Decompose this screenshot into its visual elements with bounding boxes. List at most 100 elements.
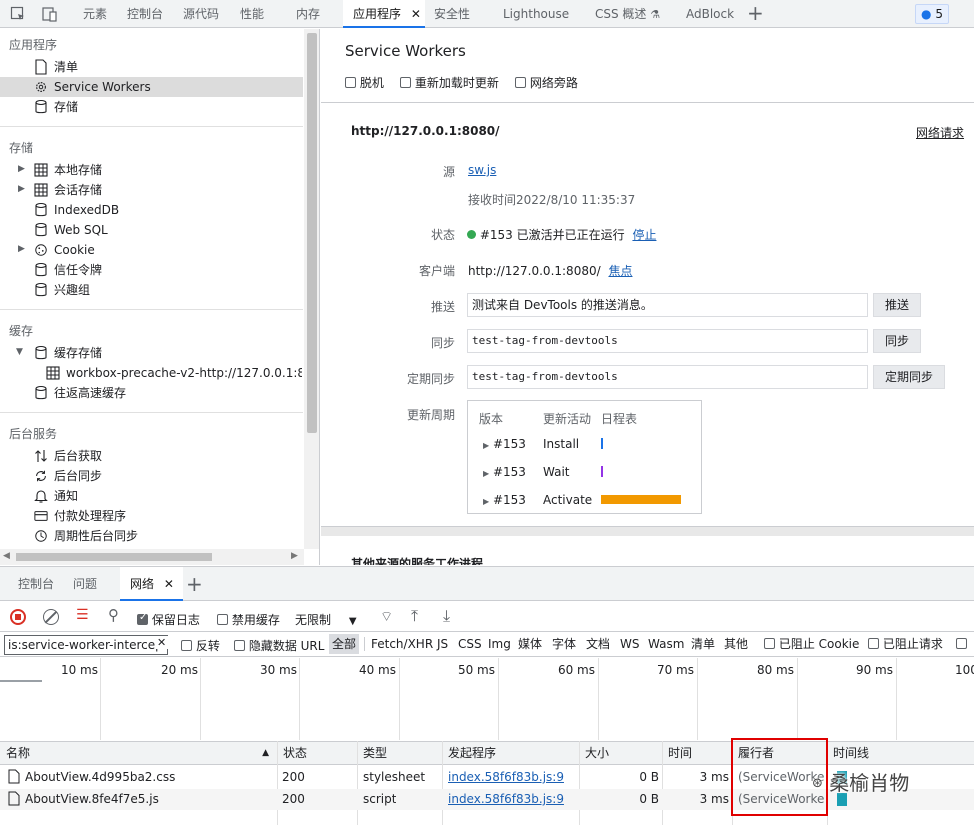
checkbox-icon[interactable]: [234, 640, 245, 651]
drawer-tab-network[interactable]: 网络 ✕: [120, 567, 183, 601]
cell-initiator-link[interactable]: index.58f6f83b.js:9: [448, 789, 564, 809]
throttling-select[interactable]: 无限制 ▼: [295, 611, 357, 628]
col-header-waterfall[interactable]: 时间线: [827, 743, 869, 763]
close-icon[interactable]: ✕: [164, 577, 174, 591]
tab-elements[interactable]: 元素: [83, 0, 107, 28]
type-filter-wasm[interactable]: Wasm: [648, 634, 684, 654]
type-filter-all[interactable]: 全部: [329, 634, 360, 654]
issues-badge[interactable]: ● 5: [915, 4, 949, 24]
update-row[interactable]: ▶ #153: [483, 465, 526, 479]
tab-memory[interactable]: 内存: [296, 0, 320, 28]
checkbox-icon[interactable]: [764, 638, 775, 649]
tab-performance[interactable]: 性能: [240, 0, 264, 28]
type-filter-js[interactable]: JS: [437, 634, 448, 654]
tab-sources[interactable]: 源代码: [183, 0, 219, 28]
import-har-icon[interactable]: ⤒: [411, 606, 418, 626]
sidebar-item-workbox-cache[interactable]: workbox-precache-v2-http://127.0.0.1:808…: [46, 363, 302, 383]
checkbox-icon[interactable]: [137, 612, 148, 625]
network-toolbar: ☰ ⚲ 保留日志 禁用缓存 无限制 ▼ ⌔ ⤒ ⤓: [0, 602, 974, 632]
more-tabs-plus-icon[interactable]: +: [747, 0, 764, 28]
stop-link[interactable]: 停止: [632, 228, 656, 242]
invert-checkbox[interactable]: 反转: [181, 637, 220, 654]
type-filter-ws[interactable]: WS: [620, 634, 639, 654]
update-row[interactable]: ▶ #153: [483, 437, 526, 451]
checkbox-icon[interactable]: [345, 77, 356, 88]
tab-console[interactable]: 控制台: [127, 0, 163, 28]
collapse-arrow-icon[interactable]: ▼: [16, 347, 23, 357]
sidebar-vertical-scrollbar[interactable]: [304, 29, 319, 549]
scroll-right-icon[interactable]: ▶: [291, 551, 298, 561]
sync-tag-input[interactable]: test-tag-from-devtools: [467, 329, 868, 353]
checkbox-icon[interactable]: [868, 638, 879, 649]
disable-cache-checkbox[interactable]: 禁用缓存: [217, 611, 280, 628]
periodic-sync-button[interactable]: 定期同步: [873, 365, 945, 389]
device-toolbar-icon[interactable]: [42, 0, 60, 28]
blocked-cookies-checkbox[interactable]: 已阻止 Cookie: [764, 634, 859, 654]
type-filter-css[interactable]: CSS: [458, 634, 482, 654]
expand-arrow-icon[interactable]: ▶: [18, 244, 25, 254]
type-filter-img[interactable]: Img: [488, 634, 511, 654]
type-filter-manifest[interactable]: 清单: [691, 634, 715, 654]
source-link[interactable]: sw.js: [468, 163, 496, 177]
type-filter-other[interactable]: 其他: [724, 634, 748, 654]
drawer-tab-console[interactable]: 控制台: [18, 567, 54, 601]
periodic-sync-tag-input[interactable]: test-tag-from-devtools: [467, 365, 868, 389]
checkbox-icon[interactable]: [400, 77, 411, 88]
update-on-reload-checkbox[interactable]: 重新加载时更新: [400, 74, 499, 91]
col-header-time[interactable]: 时间: [662, 743, 692, 763]
filter-input[interactable]: is:service-worker-intercepted: [4, 635, 168, 655]
tab-lighthouse[interactable]: Lighthouse: [503, 0, 569, 28]
type-filter-fetch-xhr[interactable]: Fetch/XHR: [371, 634, 433, 654]
checkbox-icon[interactable]: [181, 640, 192, 651]
expand-arrow-icon[interactable]: ▶: [18, 164, 25, 174]
clear-icon[interactable]: [43, 609, 59, 625]
network-requests-link[interactable]: 网络请求: [916, 124, 964, 141]
preserve-log-checkbox[interactable]: 保留日志: [137, 611, 200, 628]
hide-data-urls-checkbox[interactable]: 隐藏数据 URL: [234, 637, 324, 654]
search-icon[interactable]: ⚲: [108, 606, 119, 624]
bypass-network-checkbox[interactable]: 网络旁路: [515, 74, 578, 91]
add-drawer-tab-plus-icon[interactable]: +: [186, 567, 203, 601]
type-filter-font[interactable]: 字体: [552, 634, 576, 654]
col-header-initiator[interactable]: 发起程序: [442, 743, 496, 763]
focus-link[interactable]: 焦点: [608, 264, 632, 278]
drawer-tab-issues[interactable]: 问题: [73, 567, 97, 601]
tab-application[interactable]: 应用程序 ✕: [343, 0, 425, 28]
tab-css-overview[interactable]: CSS 概述 ⚗: [595, 0, 660, 28]
scrollbar-thumb[interactable]: [307, 33, 317, 433]
update-row[interactable]: ▶ #153: [483, 493, 526, 507]
expand-arrow-icon[interactable]: ▶: [18, 184, 25, 194]
third-party-checkbox[interactable]: [956, 634, 967, 654]
inspect-element-icon[interactable]: [10, 0, 26, 28]
database-icon: [35, 345, 47, 360]
record-stop-icon[interactable]: [10, 609, 26, 625]
col-header-size[interactable]: 大小: [579, 743, 609, 763]
blocked-cookies-label: 已阻止 Cookie: [778, 637, 860, 651]
offline-checkbox[interactable]: 脱机: [345, 74, 384, 91]
push-button[interactable]: 推送: [873, 293, 921, 317]
col-header-name[interactable]: 名称 ▲: [0, 743, 277, 763]
type-filter-media[interactable]: 媒体: [518, 634, 542, 654]
col-update-activity: 更新活动: [543, 412, 592, 426]
tab-security[interactable]: 安全性: [434, 0, 470, 28]
checkbox-icon[interactable]: [515, 77, 526, 88]
cell-initiator-link[interactable]: index.58f6f83b.js:9: [448, 767, 564, 787]
network-conditions-icon[interactable]: ⌔: [380, 608, 393, 626]
sync-button[interactable]: 同步: [873, 329, 921, 353]
checkbox-icon[interactable]: [956, 638, 967, 649]
col-header-type[interactable]: 类型: [357, 743, 387, 763]
blocked-requests-label: 已阻止请求: [882, 637, 943, 651]
scroll-left-icon[interactable]: ◀: [3, 551, 10, 561]
type-filter-doc[interactable]: 文档: [586, 634, 610, 654]
sidebar-horizontal-scrollbar[interactable]: ◀ ▶: [0, 549, 304, 565]
clear-filter-icon[interactable]: ✕: [155, 636, 169, 649]
blocked-requests-checkbox[interactable]: 已阻止请求: [868, 634, 943, 654]
col-header-status[interactable]: 状态: [277, 743, 307, 763]
close-icon[interactable]: ✕: [411, 7, 421, 21]
export-har-icon[interactable]: ⤓: [443, 606, 450, 626]
filter-icon[interactable]: ☰: [76, 607, 89, 623]
push-message-input[interactable]: 测试来自 DevTools 的推送消息。: [467, 293, 868, 317]
scrollbar-thumb[interactable]: [16, 553, 212, 561]
checkbox-icon[interactable]: [217, 614, 228, 625]
tab-adblock[interactable]: AdBlock: [686, 0, 734, 28]
